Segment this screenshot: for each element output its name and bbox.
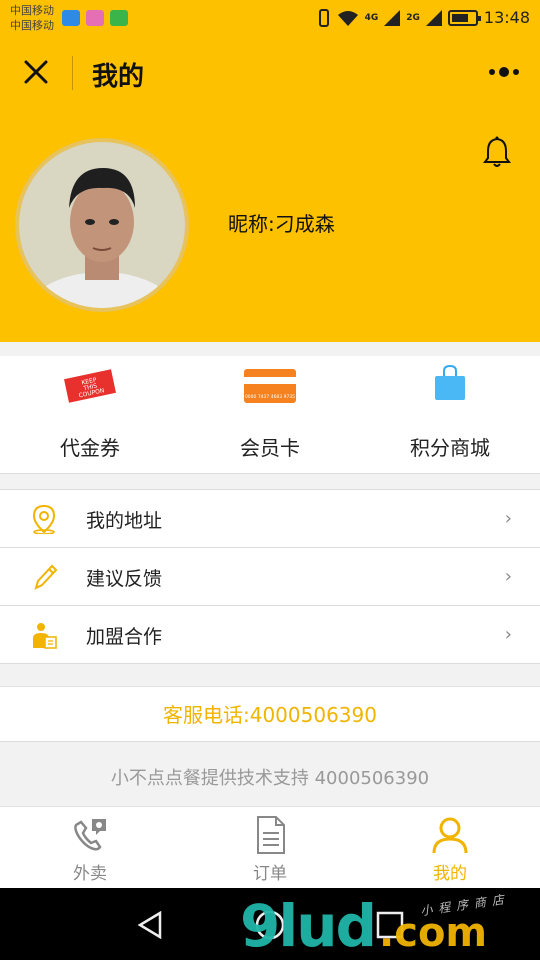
signal-2-icon (425, 9, 442, 26)
customer-service-hotline[interactable]: 客服电话:4000506390 (0, 686, 540, 742)
network-2g-label: 2G (406, 12, 420, 23)
tab-mine[interactable]: 我的 (360, 807, 540, 888)
menu-item-feedback[interactable]: 建议反馈 › (0, 548, 540, 606)
tab-orders[interactable]: 订单 (180, 807, 360, 888)
more-dot (489, 69, 495, 75)
tab-label: 我的 (433, 864, 467, 884)
menu-item-label: 建议反馈 (86, 568, 163, 590)
shortcut-row: KEEP THIS COUPON 代金券 0000 7437 4683 9735… (0, 356, 540, 474)
nickname: 昵称:刁成森 (228, 212, 335, 236)
tab-label: 外卖 (73, 864, 107, 884)
shopping-bag-icon (435, 364, 465, 400)
system-navigation-bar: 9lud .com 小程序商店 (0, 888, 540, 960)
takeout-phone-icon (74, 819, 106, 851)
wechat-app-icon (110, 10, 128, 26)
menu-item-label: 我的地址 (86, 510, 163, 532)
order-document-icon (257, 816, 285, 854)
gallery-app-icon (86, 10, 104, 26)
watermark-main: 9lud (240, 892, 377, 960)
bottom-tab-bar: 外卖 订单 我的 (0, 806, 540, 888)
pencil-icon (34, 564, 58, 590)
more-button[interactable] (484, 60, 524, 84)
carrier-1: 中国移动 (10, 4, 54, 17)
shield-app-icon (62, 10, 80, 26)
profile-header: 昵称:刁成森 (0, 108, 540, 342)
bell-icon[interactable] (482, 136, 512, 168)
coupon-icon: KEEP THIS COUPON (64, 369, 116, 403)
tab-label: 订单 (253, 864, 287, 884)
wifi-icon (337, 10, 358, 26)
avatar-photo (19, 142, 185, 308)
more-dot (499, 67, 509, 77)
menu-item-franchise[interactable]: 加盟合作 › (0, 606, 540, 664)
carrier-labels: 中国移动 中国移动 (10, 3, 54, 33)
more-dot (513, 69, 519, 75)
back-triangle-icon[interactable] (134, 908, 168, 942)
avatar[interactable] (15, 138, 189, 312)
notification-icons (62, 10, 128, 26)
tech-support-text: 小不点点餐提供技术支持 4000506390 (110, 768, 430, 789)
card-icon-text: 0000 7437 4683 9735 (245, 394, 295, 400)
chevron-right-icon: › (504, 566, 512, 587)
menu-item-label: 加盟合作 (86, 626, 163, 648)
clock: 13:48 (483, 8, 530, 27)
title-divider (72, 56, 73, 90)
membership-card-icon: 0000 7437 4683 9735 (244, 369, 296, 403)
system-indicators: 4G 2G 13:48 (317, 8, 530, 27)
menu-list: 我的地址 › 建议反馈 › 加盟合作 › (0, 489, 540, 664)
shortcut-coupon[interactable]: KEEP THIS COUPON 代金券 (0, 356, 180, 473)
signal-1-icon (384, 9, 401, 26)
page-title: 我的 (92, 62, 145, 92)
status-bar: 中国移动 中国移动 4G 2G 13:48 (0, 0, 540, 38)
shortcut-label: 代金券 (60, 436, 120, 460)
network-4g-label: 4G (364, 12, 379, 23)
chevron-right-icon: › (504, 508, 512, 529)
close-icon (24, 60, 48, 84)
close-button[interactable] (18, 54, 54, 90)
vibrate-icon (318, 8, 329, 27)
partner-icon (33, 623, 57, 649)
chevron-right-icon: › (504, 624, 512, 645)
profile-icon (432, 817, 468, 854)
shortcut-membership-card[interactable]: 0000 7437 4683 9735 会员卡 (180, 356, 360, 473)
shortcut-label: 会员卡 (240, 436, 300, 460)
title-bar: 我的 (0, 38, 540, 108)
shortcut-points-mall[interactable]: 积分商城 (360, 356, 540, 473)
tab-takeout[interactable]: 外卖 (0, 807, 180, 888)
battery-icon (447, 9, 481, 26)
menu-item-address[interactable]: 我的地址 › (0, 490, 540, 548)
shortcut-label: 积分商城 (410, 436, 490, 460)
carrier-2: 中国移动 (10, 19, 54, 32)
location-pin-icon (32, 504, 56, 534)
